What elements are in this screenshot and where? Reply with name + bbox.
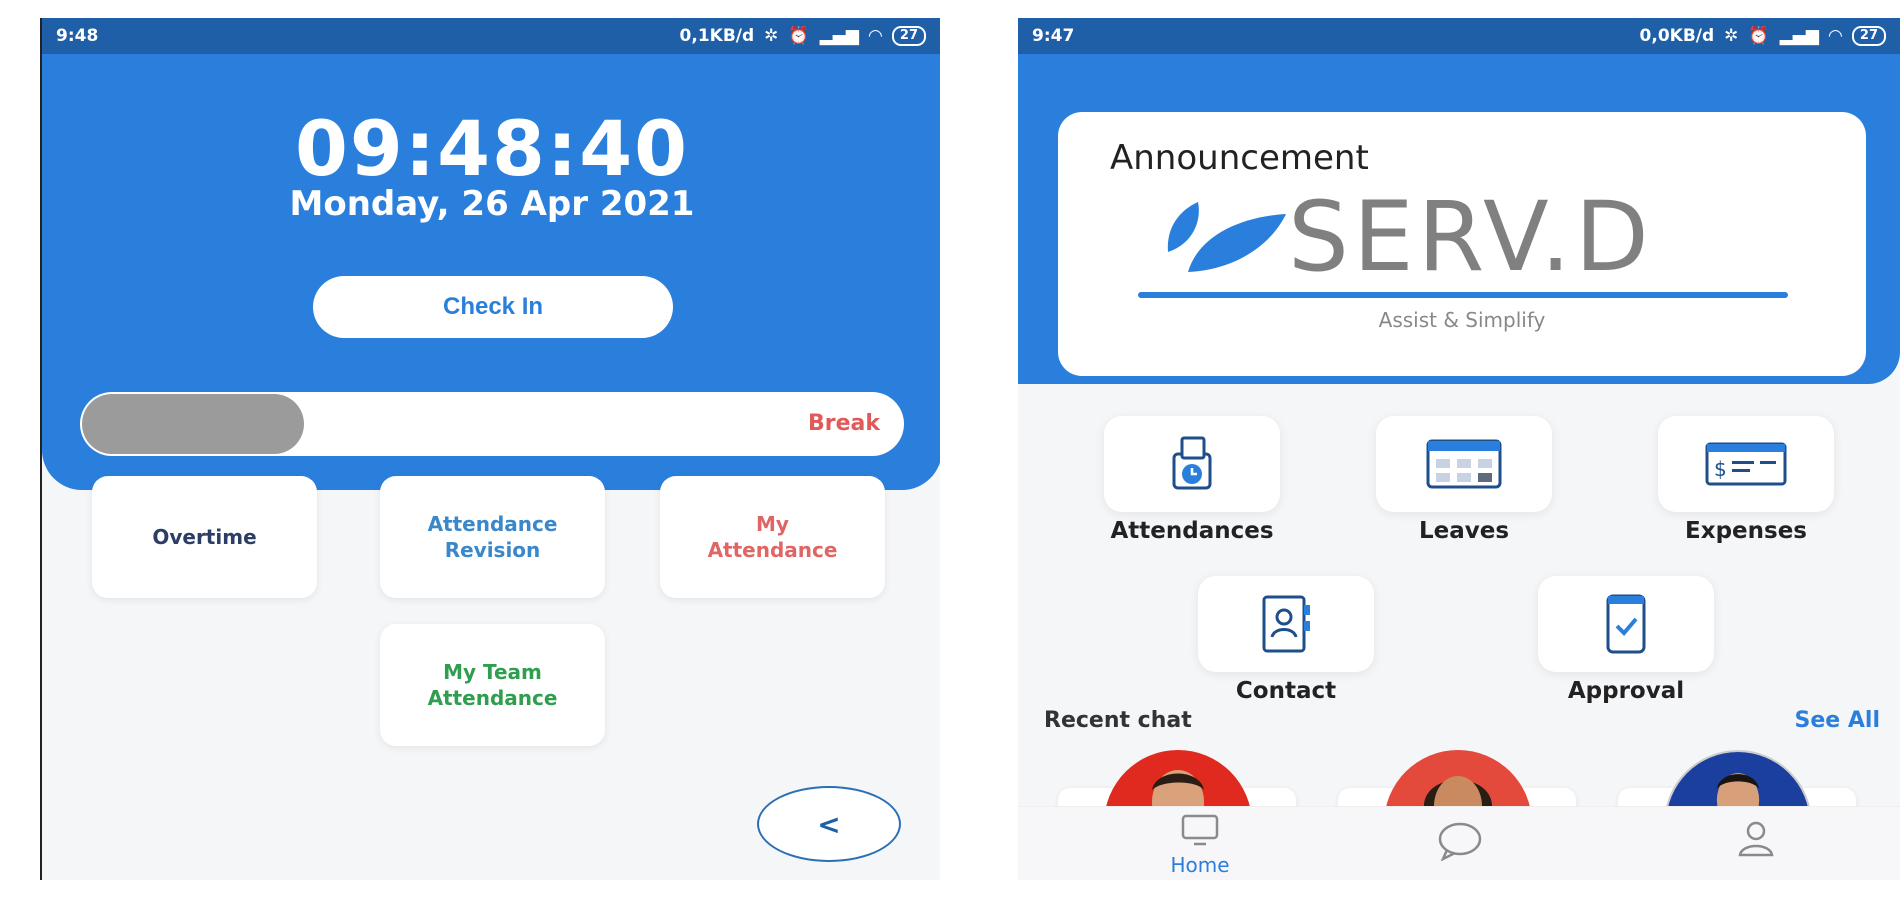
alarm-icon: ⏰ xyxy=(1748,26,1770,46)
tile-attendance-revision[interactable]: Attendance Revision xyxy=(380,476,605,598)
calendar-icon xyxy=(1426,439,1502,489)
settings-icon: ✲ xyxy=(1724,26,1739,46)
signal-icon: ▂▄▆ xyxy=(819,26,859,46)
contact-button[interactable] xyxy=(1198,576,1374,672)
contact-book-icon xyxy=(1262,595,1310,653)
announcement-card[interactable]: Announcement SERV.D Assist & Simplify xyxy=(1058,112,1866,376)
signal-icon: ▂▄▆ xyxy=(1779,26,1819,46)
monitor-icon xyxy=(1181,814,1219,846)
recent-chat-title: Recent chat xyxy=(1044,708,1192,733)
status-bar: 9:48 0,1KB/d ✲ ⏰ ▂▄▆ ◠ 27 xyxy=(42,18,940,54)
tile-label: Overtime xyxy=(152,525,257,549)
expenses-label: Expenses xyxy=(1685,518,1807,544)
tile-label: Attendance xyxy=(427,512,558,536)
brand-logo: SERV.D xyxy=(1158,182,1653,292)
brand-tagline: Assist & Simplify xyxy=(1378,308,1546,332)
profile-icon xyxy=(1738,821,1774,857)
approval-label: Approval xyxy=(1567,678,1685,704)
clock-date: Monday, 26 Apr 2021 xyxy=(289,184,695,224)
nav-home[interactable]: Home xyxy=(1150,813,1250,877)
expenses-button[interactable]: $ xyxy=(1658,416,1834,512)
bottom-nav: Home xyxy=(1018,806,1900,880)
announcement-title: Announcement xyxy=(1110,138,1369,178)
data-rate: 0,0KB/d xyxy=(1639,26,1715,46)
tile-label: My Team xyxy=(443,660,542,684)
alarm-icon: ⏰ xyxy=(788,26,810,46)
expense-icon: $ xyxy=(1705,442,1787,486)
chat-bubble-icon xyxy=(1438,822,1482,862)
contact-label: Contact xyxy=(1235,678,1337,704)
status-icons: 0,0KB/d ✲ ⏰ ▂▄▆ ◠ 27 xyxy=(1640,26,1886,46)
see-all-link[interactable]: See All xyxy=(1795,708,1880,733)
nav-chat[interactable] xyxy=(1410,821,1510,865)
break-label: Break xyxy=(807,411,880,436)
attendances-button[interactable] xyxy=(1104,416,1280,512)
leaves-label: Leaves xyxy=(1418,518,1510,544)
tile-my-team-attendance[interactable]: My Team Attendance xyxy=(380,624,605,746)
break-slider[interactable]: Break xyxy=(80,392,904,456)
tile-label: Revision xyxy=(444,538,541,562)
status-time: 9:48 xyxy=(56,26,99,46)
leaf-logo-icon xyxy=(1167,202,1286,272)
nav-profile[interactable] xyxy=(1706,819,1806,863)
battery-icon: 27 xyxy=(1851,26,1886,46)
tile-overtime[interactable]: Overtime xyxy=(92,476,317,598)
announcement-header: Announcement SERV.D Assist & Simplify xyxy=(1018,54,1900,384)
check-in-button[interactable]: Check In xyxy=(313,276,673,338)
status-time: 9:47 xyxy=(1032,26,1075,46)
tile-label: Attendance xyxy=(427,686,558,710)
battery-icon: 27 xyxy=(891,26,926,46)
leaves-button[interactable] xyxy=(1376,416,1552,512)
attendance-icon xyxy=(1172,436,1212,490)
wifi-icon: ◠ xyxy=(1828,26,1842,46)
back-button[interactable]: < xyxy=(757,786,901,862)
clock-header: 09:48:40 Monday, 26 Apr 2021 Check In Br… xyxy=(42,54,940,490)
data-rate: 0,1KB/d xyxy=(679,26,755,46)
wifi-icon: ◠ xyxy=(868,26,882,46)
tile-label: My xyxy=(756,512,789,536)
attendance-screen: 9:48 0,1KB/d ✲ ⏰ ▂▄▆ ◠ 27 09:48:40 Monda… xyxy=(40,18,940,880)
clock-time: 09:48:40 xyxy=(294,104,690,193)
nav-home-label: Home xyxy=(1170,853,1230,877)
approval-button[interactable] xyxy=(1538,576,1714,672)
tile-label: Attendance xyxy=(707,538,838,562)
svg-text:$: $ xyxy=(1714,457,1727,481)
break-slider-knob[interactable] xyxy=(82,394,304,454)
status-icons: 0,1KB/d ✲ ⏰ ▂▄▆ ◠ 27 xyxy=(680,26,926,46)
home-screen: 9:47 0,0KB/d ✲ ⏰ ▂▄▆ ◠ 27 Announcement S… xyxy=(1018,18,1900,880)
tile-my-attendance[interactable]: My Attendance xyxy=(660,476,885,598)
settings-icon: ✲ xyxy=(764,26,779,46)
status-bar: 9:47 0,0KB/d ✲ ⏰ ▂▄▆ ◠ 27 xyxy=(1018,18,1900,54)
attendances-label: Attendances xyxy=(1110,518,1274,544)
brand-underline xyxy=(1138,292,1788,298)
approval-phone-icon xyxy=(1606,594,1646,654)
brand-name: SERV.D xyxy=(1288,181,1653,293)
